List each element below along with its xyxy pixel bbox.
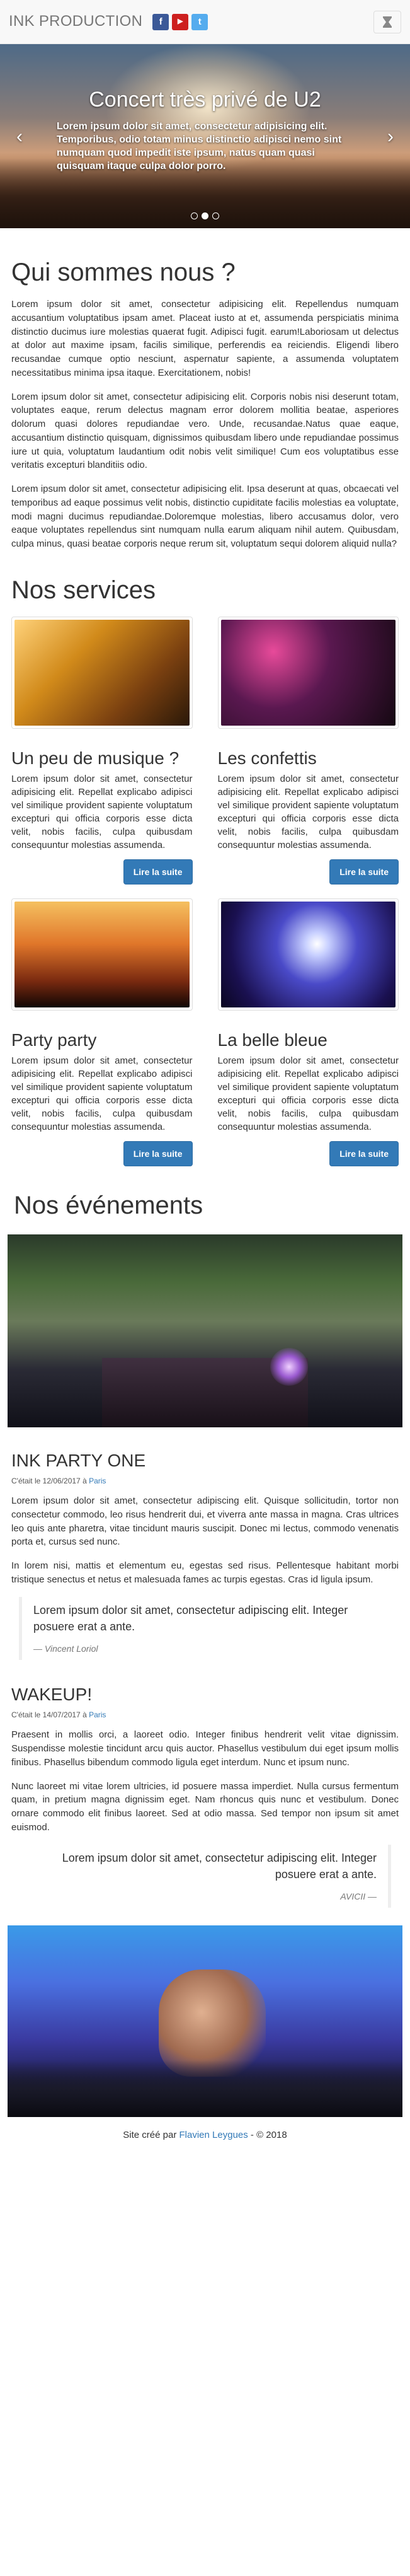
read-more-button[interactable]: Lire la suite xyxy=(123,1140,193,1166)
twitter-icon[interactable]: t xyxy=(191,13,208,30)
services-section: Nos services Un peu de musique ? Lorem i… xyxy=(0,576,410,1166)
service-card: Un peu de musique ? Lorem ipsum dolor si… xyxy=(11,616,193,885)
service-image xyxy=(217,616,399,729)
footer: Site créé par Flavien Leygues - © 2018 xyxy=(123,2130,287,2141)
services-title: Nos services xyxy=(11,576,156,604)
event-quote: Lorem ipsum dolor sit amet, consectetur … xyxy=(19,1596,399,1661)
carousel-text: Lorem ipsum dolor sit amet, consectetur … xyxy=(57,121,342,171)
service-title: Un peu de musique ? xyxy=(11,748,179,768)
event-city-link[interactable]: Paris xyxy=(89,1477,106,1485)
service-image xyxy=(11,898,193,1011)
carousel-dot-active[interactable] xyxy=(202,212,208,219)
social-links: f ▶ t xyxy=(152,13,208,30)
event-title: INK PARTY ONE xyxy=(11,1450,146,1470)
event-meta: C'était le 12/06/2017 à Paris xyxy=(11,1476,106,1485)
event-date: 14/07/2017 xyxy=(42,1710,81,1719)
event-quote: Lorem ipsum dolor sit amet, consectetur … xyxy=(11,1844,391,1908)
read-more-button[interactable]: Lire la suite xyxy=(329,859,399,885)
service-card: La belle bleue Lorem ipsum dolor sit ame… xyxy=(217,898,399,1166)
footer-author-link[interactable]: Flavien Leygues xyxy=(179,2130,248,2140)
service-text: Lorem ipsum dolor sit amet, consectetur … xyxy=(217,1055,399,1132)
service-card: Les confettis Lorem ipsum dolor sit amet… xyxy=(217,616,399,885)
service-image xyxy=(217,898,399,1011)
carousel-next-icon[interactable]: › xyxy=(387,123,394,151)
service-title: La belle bleue xyxy=(217,1030,327,1050)
carousel-title: Concert très privé de U2 xyxy=(89,88,321,112)
carousel-caption: Concert très privé de U2 Lorem ipsum dol… xyxy=(57,88,353,173)
about-paragraph: Lorem ipsum dolor sit amet, consectetur … xyxy=(11,299,399,378)
event-city-link[interactable]: Paris xyxy=(89,1710,106,1719)
about-paragraph: Lorem ipsum dolor sit amet, consectetur … xyxy=(11,391,399,471)
event-image xyxy=(8,1925,402,2118)
events-title: Nos événements xyxy=(14,1191,203,1219)
quote-author: AVICII — xyxy=(340,1891,377,1901)
event-title: WAKEUP! xyxy=(11,1685,93,1705)
event-paragraph: In lorem nisi, mattis et elementum eu, e… xyxy=(11,1560,399,1585)
navbar: INK PRODUCTION f ▶ t xyxy=(0,0,410,44)
event-date: 12/06/2017 xyxy=(42,1476,81,1485)
service-title: Les confettis xyxy=(217,748,317,768)
events-section: Nos événements INK PARTY ONE C'était le … xyxy=(0,1191,410,2118)
read-more-button[interactable]: Lire la suite xyxy=(123,859,193,885)
carousel-dot[interactable] xyxy=(191,212,198,219)
about-paragraph: Lorem ipsum dolor sit amet, consectetur … xyxy=(11,484,399,549)
hero-carousel: ‹ › Concert très privé de U2 Lorem ipsum… xyxy=(0,44,410,228)
service-image xyxy=(11,616,193,729)
facebook-icon[interactable]: f xyxy=(152,13,169,30)
youtube-icon[interactable]: ▶ xyxy=(172,13,189,30)
service-title: Party party xyxy=(11,1030,97,1050)
event-paragraph: Praesent in mollis orci, a laoreet odio.… xyxy=(11,1729,399,1768)
service-text: Lorem ipsum dolor sit amet, consectetur … xyxy=(11,773,193,850)
service-text: Lorem ipsum dolor sit amet, consectetur … xyxy=(217,773,399,850)
event-paragraph: Lorem ipsum dolor sit amet, consectetur … xyxy=(11,1495,399,1548)
carousel-dot[interactable] xyxy=(212,212,219,219)
service-card: Party party Lorem ipsum dolor sit amet, … xyxy=(11,898,193,1166)
service-text: Lorem ipsum dolor sit amet, consectetur … xyxy=(11,1055,193,1132)
event-image xyxy=(8,1234,402,1427)
menu-toggle-button[interactable] xyxy=(373,11,401,33)
event-paragraph: Nunc laoreet mi vitae lorem ultricies, i… xyxy=(11,1780,399,1833)
carousel-prev-icon[interactable]: ‹ xyxy=(16,123,23,151)
about-title: Qui sommes nous ? xyxy=(11,258,236,286)
carousel-indicators xyxy=(0,212,410,219)
event-meta: C'était le 14/07/2017 à Paris xyxy=(11,1710,106,1719)
quote-author: — Vincent Loriol xyxy=(33,1643,98,1654)
brand-logo[interactable]: INK PRODUCTION xyxy=(9,11,142,33)
hourglass-icon xyxy=(383,16,392,28)
read-more-button[interactable]: Lire la suite xyxy=(329,1140,399,1166)
about-section: Qui sommes nous ? Lorem ipsum dolor sit … xyxy=(0,258,410,551)
